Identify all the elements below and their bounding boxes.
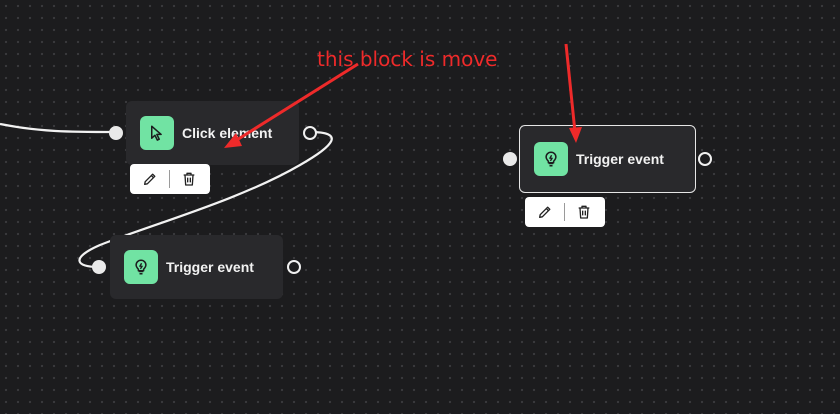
workflow-canvas[interactable]: Click element Trigger event Trigger even… bbox=[0, 0, 840, 414]
cursor-pointer-icon bbox=[151, 125, 162, 141]
toolbar-divider bbox=[564, 203, 565, 221]
arrow-to-moved-node bbox=[564, 43, 577, 133]
annotation-text: this block is move bbox=[317, 47, 498, 71]
trash-icon bbox=[578, 205, 590, 219]
delete-button[interactable] bbox=[574, 202, 594, 222]
trash-icon bbox=[183, 172, 195, 186]
pencil-icon bbox=[144, 173, 156, 185]
click-element-node[interactable]: Click element bbox=[126, 101, 299, 165]
node-icon-box bbox=[124, 250, 158, 284]
lightbulb-icon bbox=[135, 259, 147, 275]
delete-button[interactable] bbox=[179, 169, 199, 189]
input-port[interactable] bbox=[92, 260, 106, 274]
node-label: Trigger event bbox=[166, 259, 254, 275]
pencil-icon bbox=[539, 206, 551, 218]
edit-button[interactable] bbox=[535, 202, 555, 222]
output-port[interactable] bbox=[698, 152, 712, 166]
node-label: Click element bbox=[182, 125, 273, 141]
node-label: Trigger event bbox=[576, 151, 664, 167]
lightbulb-icon bbox=[545, 151, 557, 167]
input-port[interactable] bbox=[503, 152, 517, 166]
node-toolbar bbox=[525, 197, 605, 227]
output-port[interactable] bbox=[287, 260, 301, 274]
edit-button[interactable] bbox=[140, 169, 160, 189]
toolbar-divider bbox=[169, 170, 170, 188]
trigger-event-node[interactable]: Trigger event bbox=[110, 235, 283, 299]
incoming-wire bbox=[0, 122, 117, 134]
trigger-event-node-moved[interactable]: Trigger event bbox=[519, 125, 696, 193]
node-toolbar bbox=[130, 164, 210, 194]
input-port[interactable] bbox=[109, 126, 123, 140]
node-icon-box bbox=[140, 116, 174, 150]
node-icon-box bbox=[534, 142, 568, 176]
output-port[interactable] bbox=[303, 126, 317, 140]
